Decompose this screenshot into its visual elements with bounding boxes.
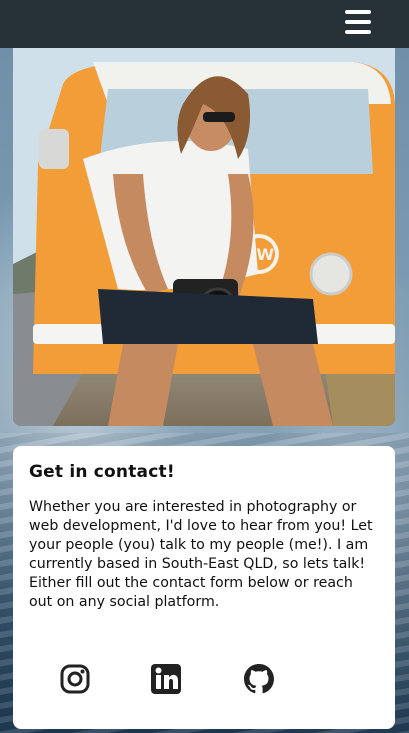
hamburger-menu-icon[interactable] bbox=[345, 10, 371, 34]
github-icon[interactable] bbox=[243, 663, 275, 695]
contact-title: Get in contact! bbox=[29, 462, 175, 482]
top-navbar bbox=[0, 0, 409, 48]
social-links bbox=[13, 663, 395, 699]
contact-card: Get in contact! Whether you are interest… bbox=[13, 446, 395, 729]
linkedin-icon[interactable] bbox=[150, 663, 182, 695]
profile-photo: VW bbox=[13, 44, 395, 426]
instagram-icon[interactable] bbox=[59, 663, 91, 695]
contact-text: Whether you are interested in photograph… bbox=[29, 499, 373, 610]
